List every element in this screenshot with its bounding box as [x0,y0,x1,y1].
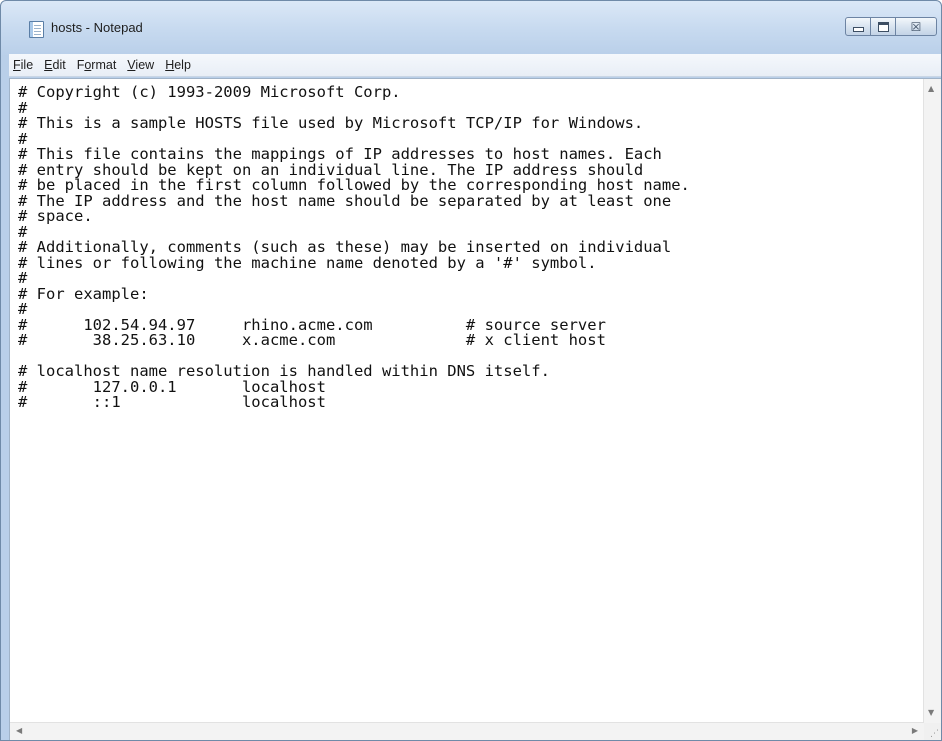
vertical-scrollbar[interactable]: ▲ ▼ [923,79,941,723]
horizontal-scrollbar[interactable]: ◀ ▶ [10,722,924,740]
menu-format[interactable]: Format [77,58,124,72]
scroll-up-icon[interactable]: ▲ [928,85,934,93]
notepad-icon [29,21,44,38]
maximize-button[interactable] [870,17,896,36]
menu-format-tail: rmat [91,58,117,72]
resize-grip[interactable]: ⋰ [924,723,941,740]
menu-format-rest: ormat [84,58,116,72]
close-button[interactable]: ☒ [895,17,937,36]
resize-grip-icon: ⋰ [930,729,939,739]
scroll-right-icon[interactable]: ▶ [912,727,918,735]
menu-view[interactable]: View [127,58,161,72]
maximize-icon [877,21,889,32]
caption-buttons: ☒ [845,17,937,37]
menu-edit[interactable]: Edit [44,58,73,72]
window-title: hosts - Notepad [51,20,143,35]
menu-help[interactable]: Help [165,58,198,72]
menu-bar: File Edit Format View Help [9,54,941,77]
scroll-down-icon[interactable]: ▼ [928,709,934,717]
minimize-button[interactable] [845,17,871,36]
minimize-icon [852,26,864,32]
file-content[interactable]: # Copyright (c) 1993-2009 Microsoft Corp… [10,79,924,411]
notepad-window: hosts - Notepad ☒ File Edit Format View … [0,0,942,741]
scroll-left-icon[interactable]: ◀ [16,727,22,735]
title-bar[interactable]: hosts - Notepad ☒ [1,1,941,49]
text-area[interactable]: # Copyright (c) 1993-2009 Microsoft Corp… [10,79,924,723]
menu-file[interactable]: File [13,58,40,72]
text-editor: # Copyright (c) 1993-2009 Microsoft Corp… [9,78,941,740]
close-icon: ☒ [910,19,922,34]
